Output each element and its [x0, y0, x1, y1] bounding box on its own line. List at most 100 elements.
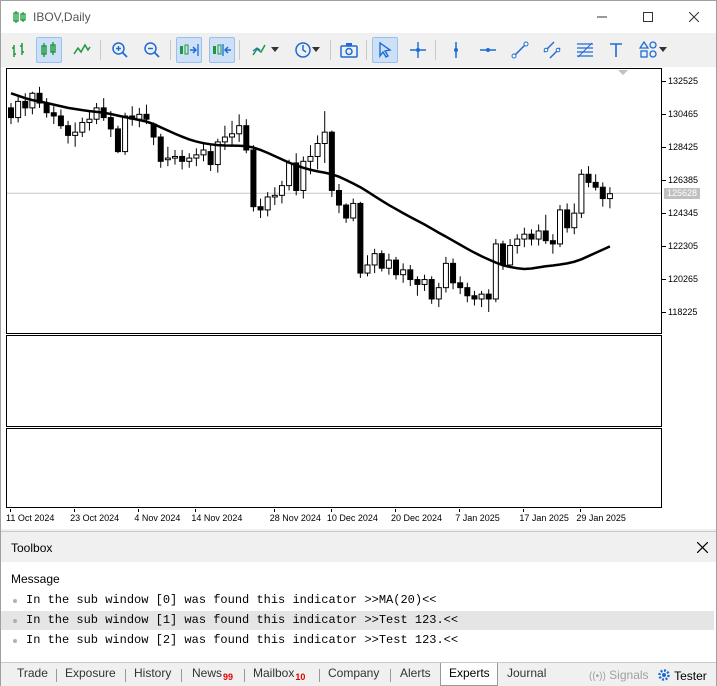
- minimize-button[interactable]: [579, 1, 625, 33]
- date-tick-label: 29 Jan 2025: [576, 513, 626, 523]
- crosshair-button[interactable]: [405, 37, 431, 63]
- toolbox-tabs: Trade Exposure History News99 Mailbox10 …: [1, 662, 716, 686]
- toolbar-separator: [435, 40, 436, 60]
- screenshot-button[interactable]: [336, 37, 362, 63]
- camera-icon: [340, 43, 358, 58]
- indicator-subwindow-2[interactable]: [6, 428, 662, 508]
- date-tick-label: 20 Dec 2024: [391, 513, 443, 523]
- auto-scroll-button[interactable]: [176, 37, 202, 63]
- text-button[interactable]: [603, 37, 629, 63]
- signals-button[interactable]: ((•)) Signals: [589, 668, 649, 682]
- candle: [606, 187, 613, 209]
- log-message: In the sub window [2] was found this ind…: [26, 633, 459, 647]
- candle: [200, 141, 207, 162]
- periods-dropdown[interactable]: [288, 37, 326, 63]
- tab-news[interactable]: News99: [192, 666, 233, 685]
- fibonacci-button[interactable]: [572, 37, 598, 63]
- date-tick: [10, 509, 11, 512]
- log-row[interactable]: In the sub window [1] was found this ind…: [1, 611, 714, 630]
- tab-separator: [56, 669, 57, 682]
- zoom-out-button[interactable]: [139, 37, 165, 63]
- auto-scroll-icon: [180, 44, 199, 56]
- main-chart-pane[interactable]: [6, 68, 662, 334]
- toolbar-separator: [100, 40, 101, 60]
- log-row[interactable]: In the sub window [0] was found this ind…: [1, 591, 714, 610]
- candlestick-button[interactable]: [36, 37, 62, 63]
- log-row[interactable]: In the sub window [2] was found this ind…: [1, 631, 714, 650]
- maximize-icon: [643, 12, 653, 22]
- line-chart-button[interactable]: [69, 37, 95, 63]
- chart-area[interactable]: 132525 130465 128425 126385 124345 122305 1202…: [1, 67, 716, 529]
- gear-icon: [658, 669, 670, 681]
- shapes-dropdown[interactable]: [634, 37, 672, 63]
- tab-experts[interactable]: Experts: [449, 666, 490, 685]
- title-bar: IBOV,Daily: [1, 1, 716, 33]
- toolbox-header: Toolbox: [1, 532, 716, 562]
- candle: [328, 130, 335, 197]
- tab-mailbox[interactable]: Mailbox10: [253, 666, 305, 685]
- mailbox-badge: 10: [295, 672, 306, 682]
- date-tick-label: 10 Dec 2024: [326, 513, 378, 523]
- tab-trade[interactable]: Trade: [17, 666, 48, 685]
- candle: [114, 125, 121, 154]
- chevron-down-icon: [312, 47, 320, 52]
- toolbar-separator: [170, 40, 171, 60]
- candle: [236, 114, 243, 142]
- candle: [350, 198, 357, 222]
- date-tick: [74, 509, 76, 512]
- trendline-button[interactable]: [507, 37, 533, 63]
- tab-alerts[interactable]: Alerts: [400, 666, 431, 685]
- indicator-subwindow-1[interactable]: [6, 335, 662, 427]
- tester-button[interactable]: Tester: [657, 668, 707, 683]
- bar-chart-button[interactable]: [6, 37, 32, 63]
- date-tick: [580, 509, 582, 512]
- candle: [571, 203, 578, 235]
- vertical-line-button[interactable]: [443, 37, 469, 63]
- chart-shift-button[interactable]: [209, 37, 235, 63]
- tab-separator: [244, 669, 245, 682]
- candle: [428, 276, 435, 304]
- tab-separator: [319, 669, 320, 682]
- maximize-button[interactable]: [625, 1, 671, 33]
- price-tick: [662, 279, 666, 281]
- toolbar-separator: [239, 40, 240, 60]
- close-button[interactable]: [671, 1, 717, 33]
- candle: [457, 276, 464, 295]
- window-title: IBOV,Daily: [33, 10, 91, 24]
- candle: [521, 227, 528, 248]
- candle: [450, 258, 457, 290]
- date-tick-label: 28 Nov 2024: [269, 513, 321, 523]
- toolbox-close-button[interactable]: [693, 538, 711, 556]
- cursor-icon: [379, 41, 392, 59]
- indicators-dropdown[interactable]: [245, 37, 285, 63]
- cursor-button[interactable]: [372, 37, 398, 63]
- tab-history[interactable]: History: [134, 666, 171, 685]
- tab-journal[interactable]: Journal: [507, 666, 546, 685]
- candle: [528, 229, 535, 246]
- candle: [378, 250, 385, 272]
- horizontal-line-button[interactable]: [475, 37, 501, 63]
- date-tick-label: 7 Jan 2025: [455, 513, 500, 523]
- tab-company[interactable]: Company: [328, 666, 379, 685]
- price-tick-label: 126385: [668, 174, 699, 185]
- candle: [264, 192, 271, 217]
- price-tick: [662, 312, 666, 314]
- fibonacci-icon: [577, 42, 593, 58]
- candle: [271, 187, 278, 206]
- candle: [471, 290, 478, 306]
- candle: [278, 180, 285, 204]
- zoom-out-icon: [144, 42, 160, 58]
- channel-button[interactable]: [539, 37, 565, 63]
- candle: [93, 103, 100, 125]
- candle: [250, 145, 257, 212]
- tab-exposure[interactable]: Exposure: [65, 666, 116, 685]
- date-tick-label: 14 Nov 2024: [191, 513, 243, 523]
- log-message: In the sub window [1] was found this ind…: [26, 613, 459, 627]
- candle: [293, 153, 300, 196]
- candle: [421, 274, 428, 291]
- candle: [179, 149, 186, 170]
- horizontal-line-icon: [480, 48, 496, 52]
- candle: [122, 112, 129, 155]
- message-column-header[interactable]: Message: [1, 562, 716, 588]
- zoom-in-button[interactable]: [107, 37, 133, 63]
